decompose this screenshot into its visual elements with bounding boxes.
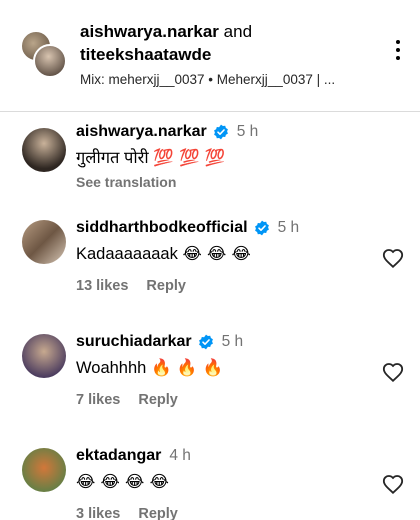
audio-label[interactable]: Mix: meherxjj__0037 • Meherxjj__0037 | .…	[80, 72, 380, 87]
author-username[interactable]: aishwarya.narkar	[80, 22, 219, 41]
avatar[interactable]	[33, 44, 67, 78]
comment-body: aishwarya.narkar 5 h गुलीगत पोरी 💯 💯 💯 S…	[76, 122, 370, 190]
heart-outline-icon[interactable]	[382, 474, 404, 496]
likes-count[interactable]: 7 likes	[76, 392, 120, 408]
more-options-icon[interactable]	[386, 38, 410, 62]
reply-button[interactable]: Reply	[138, 506, 178, 520]
avatar[interactable]	[22, 128, 66, 172]
comment-body: suruchiadarkar 5 h Woahhhh 🔥 🔥 🔥 7 likes…	[76, 332, 370, 408]
see-translation-link[interactable]: See translation	[76, 174, 370, 190]
heart-outline-icon[interactable]	[382, 248, 404, 270]
comment-time[interactable]: 5 h	[222, 332, 244, 352]
avatar[interactable]	[22, 220, 66, 264]
heart-outline-icon[interactable]	[382, 362, 404, 384]
comment-meta: 7 likes Reply	[76, 392, 370, 408]
verified-badge-icon	[198, 334, 213, 350]
comment-text-content: Kadaaaaaaak	[76, 245, 178, 263]
verified-badge-icon	[213, 124, 228, 140]
comment-time[interactable]: 5 h	[237, 122, 259, 142]
verified-badge-icon	[254, 220, 269, 236]
post-authors: aishwarya.narkar and titeekshaatawde	[80, 20, 380, 66]
comment-emojis: 😂 😂 😂 😂	[76, 472, 169, 491]
comment-meta: 3 likes Reply	[76, 506, 370, 520]
comment-text: Kadaaaaaaak 😂 😂 😂	[76, 242, 370, 266]
comment-body: ektadangar 4 h 😂 😂 😂 😂 3 likes Reply	[76, 446, 370, 520]
comment-meta: 13 likes Reply	[76, 278, 370, 294]
post-header: aishwarya.narkar and titeekshaatawde Mix…	[0, 0, 420, 112]
reply-button[interactable]: Reply	[138, 392, 178, 408]
comment-body: siddharthbodkeofficial 5 h Kadaaaaaaak 😂…	[76, 218, 370, 294]
avatar[interactable]	[22, 448, 66, 492]
comment-text: Woahhhh 🔥 🔥 🔥	[76, 356, 370, 380]
likes-count[interactable]: 13 likes	[76, 278, 128, 294]
comment-emojis: 💯 💯 💯	[153, 148, 226, 167]
reply-button[interactable]: Reply	[146, 278, 186, 294]
comment-username[interactable]: siddharthbodkeofficial	[76, 218, 248, 238]
author-username[interactable]: titeekshaatawde	[80, 45, 211, 64]
comment-text-content: Woahhhh	[76, 359, 147, 377]
comment-emojis: 😂 😂 😂	[182, 244, 251, 263]
comment-emojis: 🔥 🔥 🔥	[150, 358, 224, 377]
comment-username[interactable]: suruchiadarkar	[76, 332, 192, 352]
comment-text: 😂 😂 😂 😂	[76, 470, 370, 494]
avatar[interactable]	[22, 334, 66, 378]
comment-time[interactable]: 5 h	[278, 218, 300, 238]
co-author-avatars[interactable]	[20, 30, 67, 78]
comment-text-content: गुलीगत पोरी	[76, 149, 149, 167]
comment-username[interactable]: ektadangar	[76, 446, 161, 466]
comment-username[interactable]: aishwarya.narkar	[76, 122, 207, 142]
and-text: and	[223, 22, 253, 41]
comment-text: गुलीगत पोरी 💯 💯 💯	[76, 146, 370, 170]
likes-count[interactable]: 3 likes	[76, 506, 120, 520]
comment-time[interactable]: 4 h	[169, 446, 191, 466]
